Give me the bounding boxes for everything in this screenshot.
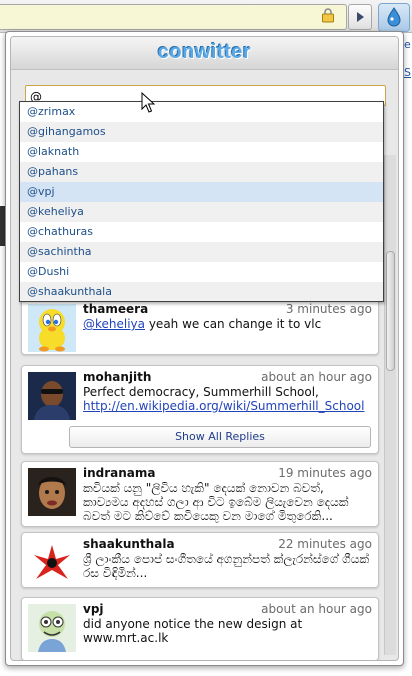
user-photo-image	[28, 468, 76, 516]
avatar[interactable]	[28, 304, 76, 352]
suggestion-item[interactable]: @pahans	[20, 162, 383, 182]
play-icon	[357, 12, 364, 22]
avatar[interactable]	[28, 539, 76, 587]
go-button[interactable]	[348, 4, 372, 30]
suggestion-item[interactable]: @vpj	[20, 182, 383, 202]
app-logo: conwitter	[157, 41, 252, 63]
suggestion-item[interactable]: @sachintha	[20, 242, 383, 262]
suggestion-item[interactable]: @Dushi	[20, 262, 383, 282]
cartoon-avatar-image	[28, 604, 76, 652]
address-bar[interactable]	[0, 4, 347, 30]
tweet-body: yeah we can change it to vlc	[145, 317, 322, 331]
tweet-item[interactable]: indranama 19 minutes ago කවියක් යනු "ලිව…	[21, 461, 379, 527]
tweet-username[interactable]: mohanjith	[83, 370, 151, 384]
tweet-item[interactable]: vpj about an hour ago did anyone notice …	[21, 597, 379, 660]
suggestion-item[interactable]: @shaakunthala	[20, 282, 383, 301]
tweet-body: කවියක් යනු "ලිවිය හැකි" දෙයක් නොවන බවත්,…	[83, 481, 349, 523]
tweet-username[interactable]: vpj	[83, 602, 104, 616]
tweet-username[interactable]: shaakunthala	[83, 537, 175, 551]
tweet-item[interactable]: thameera 3 minutes ago @keheliya yeah we…	[21, 297, 379, 355]
background-link[interactable]: S	[404, 66, 411, 79]
tweet-item[interactable]: mohanjith about an hour ago Perfect demo…	[21, 365, 379, 454]
tweet-item[interactable]: shaakunthala 22 minutes ago ශ්‍රී ලාංකීය…	[21, 532, 379, 588]
tweet-time: 22 minutes ago	[278, 537, 372, 551]
suggestion-item[interactable]: @zrimax	[20, 102, 383, 122]
mention-link[interactable]: @keheliya	[83, 317, 145, 331]
tweet-body: ශ්‍රී ලාංකීය පොප් සංගීතයේ අගනුන්පත් ක්ලැ…	[83, 552, 370, 580]
suggestion-item[interactable]: @keheliya	[20, 202, 383, 222]
avatar[interactable]	[28, 372, 76, 420]
avatar[interactable]	[28, 604, 76, 652]
background-text: e	[404, 38, 411, 51]
mouse-cursor-icon	[141, 92, 155, 113]
suggestion-item[interactable]: @chathuras	[20, 222, 383, 242]
tweet-text: Perfect democracy, Summerhill School, ht…	[83, 385, 371, 413]
tweet-username[interactable]: indranama	[83, 466, 156, 480]
avatar[interactable]	[28, 468, 76, 516]
tweet-text: @keheliya yeah we can change it to vlc	[83, 317, 371, 331]
suggestion-item[interactable]: @gihangamos	[20, 122, 383, 142]
tweet-time: 3 minutes ago	[285, 302, 372, 316]
mention-autocomplete-list: @zrimax @gihangamos @laknath @pahans @vpj @ke…	[19, 101, 384, 302]
tweet-url-link[interactable]: http://en.wikipedia.org/wiki/Summerhill_…	[83, 399, 364, 413]
show-all-replies-button[interactable]: Show All Replies	[69, 426, 371, 448]
app-header: conwitter	[11, 37, 398, 70]
tweet-time: about an hour ago	[261, 602, 372, 616]
suggestion-item[interactable]: @laknath	[20, 142, 383, 162]
conwitter-extension-button[interactable]	[378, 3, 410, 32]
logo-avatar-image	[28, 539, 76, 587]
user-photo-image	[28, 372, 76, 420]
scrollbar-thumb[interactable]	[386, 251, 395, 371]
tweet-time: 19 minutes ago	[278, 466, 372, 480]
conwitter-extension-icon	[387, 7, 401, 27]
feed-scrollbar[interactable]	[384, 155, 396, 655]
lock-icon[interactable]	[320, 7, 336, 23]
tweet-body: did anyone notice the new design at www.…	[83, 617, 303, 645]
tweet-body: Perfect democracy, Summerhill School,	[83, 385, 319, 399]
tweet-time: about an hour ago	[261, 370, 372, 384]
tweety-avatar-image	[28, 304, 76, 352]
browser-toolbar	[0, 0, 412, 33]
tweet-username[interactable]: thameera	[83, 302, 148, 316]
